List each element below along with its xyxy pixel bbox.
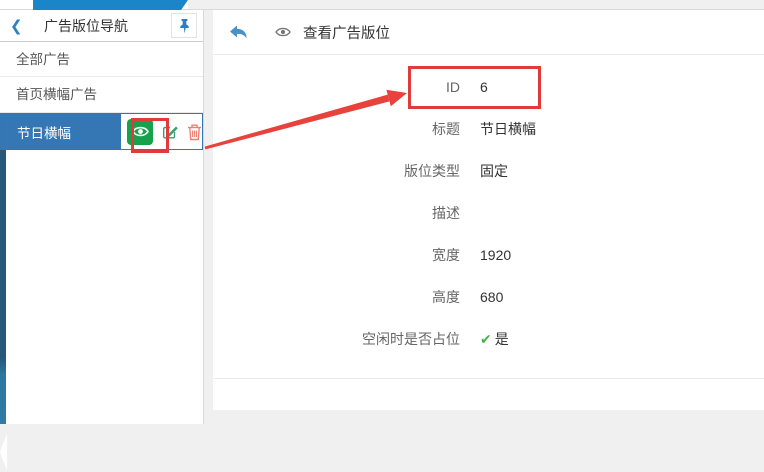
detail-panel: 查看广告版位 ID 6 标题 节日横幅 版位类型 固定 描述 宽度 1920	[213, 10, 764, 410]
sidebar-item-holiday-banner-selected[interactable]: 节日横幅	[0, 113, 203, 150]
field-label: 标题	[213, 119, 460, 139]
field-value: 节日横幅	[480, 119, 536, 139]
field-value: ✔是	[480, 329, 509, 349]
divider	[213, 378, 764, 379]
field-label: 空闲时是否占位	[213, 329, 460, 349]
field-description: 描述	[213, 192, 764, 234]
sidebar-item-home-banner-ads[interactable]: 首页横幅广告	[0, 77, 203, 113]
pin-button[interactable]	[171, 13, 197, 38]
collapse-strip[interactable]	[0, 150, 6, 424]
page: ❮ 广告版位导航 全部广告 首页横幅广告 节日横幅	[0, 0, 764, 424]
check-icon: ✔	[480, 331, 492, 347]
browser-tab-strip	[0, 0, 764, 10]
eye-icon	[132, 125, 149, 138]
field-title: 标题 节日横幅	[213, 108, 764, 150]
eye-icon	[275, 26, 291, 38]
sidebar-title: 广告版位导航	[44, 16, 128, 36]
trash-icon	[187, 123, 202, 141]
field-list: ID 6 标题 节日横幅 版位类型 固定 描述 宽度 1920 高度 680	[213, 55, 764, 379]
field-value: 固定	[480, 161, 508, 181]
field-width: 宽度 1920	[213, 234, 764, 276]
field-label: 版位类型	[213, 161, 460, 181]
field-height: 高度 680	[213, 276, 764, 318]
reply-arrow-icon	[228, 23, 248, 41]
detail-header: 查看广告版位	[213, 10, 764, 55]
page-title: 查看广告版位	[303, 22, 390, 43]
sidebar-item-all-ads[interactable]: 全部广告	[0, 42, 203, 77]
field-label: 高度	[213, 287, 460, 307]
edit-button[interactable]	[161, 123, 179, 140]
field-value-text: 是	[495, 331, 509, 347]
field-value: 680	[480, 289, 503, 305]
collapse-chevron-icon	[0, 432, 7, 472]
back-button[interactable]	[228, 23, 248, 41]
chevron-left-icon[interactable]: ❮	[10, 17, 24, 35]
tab-bar-background	[188, 0, 764, 9]
sidebar: ❮ 广告版位导航 全部广告 首页横幅广告 节日横幅	[0, 10, 204, 424]
field-label: 描述	[213, 203, 460, 223]
field-value: 6	[480, 79, 488, 95]
active-tab-indicator[interactable]	[33, 0, 188, 10]
row-action-buttons	[121, 114, 202, 149]
view-button[interactable]	[127, 119, 153, 145]
sidebar-header: ❮ 广告版位导航	[0, 10, 203, 42]
edit-pencil-icon	[161, 123, 179, 140]
field-value: 1920	[480, 247, 511, 263]
field-id: ID 6	[213, 66, 764, 108]
pushpin-icon	[177, 18, 192, 34]
field-idle-placeholder: 空闲时是否占位 ✔是	[213, 318, 764, 360]
field-label: 宽度	[213, 245, 460, 265]
field-label: ID	[213, 79, 460, 95]
delete-button[interactable]	[187, 123, 202, 141]
field-slot-type: 版位类型 固定	[213, 150, 764, 192]
sidebar-item-label: 节日横幅	[1, 114, 121, 149]
